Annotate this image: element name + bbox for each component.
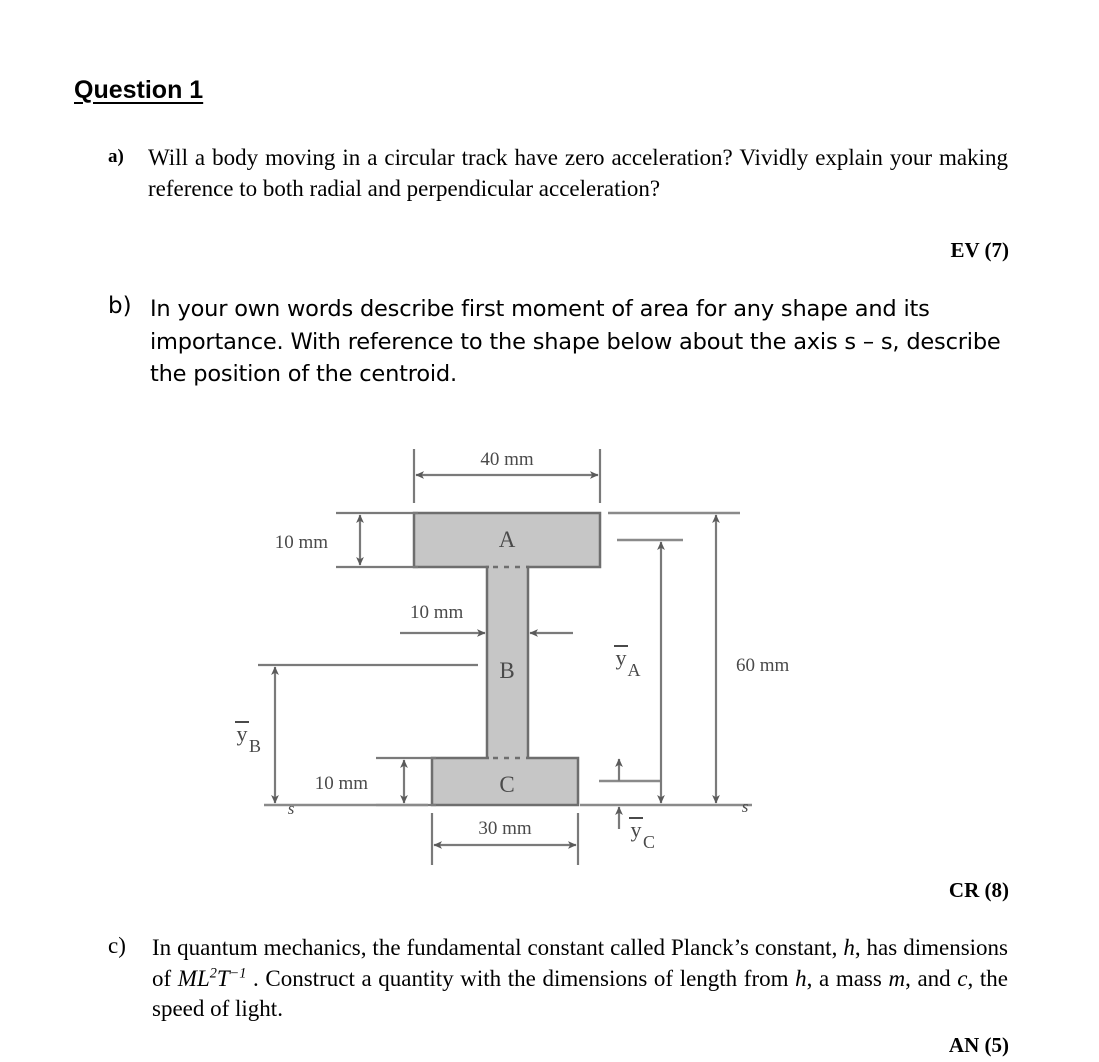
i-beam-cross-section-diagram: A B C 40 mm 10 mm 10 mm 10 mm 30 mm s s … [228,425,808,870]
part-c-dim-exp1: 2 [209,964,217,981]
axis-label-s-right: s [742,797,749,816]
part-a-text: Will a body moving in a circular track h… [148,145,1008,201]
part-b-marks: CR (8) [948,878,1009,902]
ybar-C-sub: C [643,832,655,852]
part-c-var-c: c [957,965,968,991]
ybar-B-base: y [237,721,248,746]
part-c-dim-t: T [216,965,230,991]
ybar-C-base: y [631,817,642,842]
label-ybar-A: y A [614,645,641,680]
part-c-text: In quantum mechanics, the fundamental co… [152,933,1008,1025]
part-c-text-5: , and [905,965,958,991]
part-a-marks: EV (7) [950,238,1009,262]
part-c-text-3: . Construct a quantity with the dimensio… [246,965,796,991]
label-section-C: C [499,772,514,797]
dimension-label-30mm: 30 mm [478,818,532,839]
ybar-A-base: y [616,645,627,670]
dimension-label-10mm-web: 10 mm [410,602,464,623]
question-part-b: b) In your own words describe first mome… [108,293,1008,391]
part-c-var-h: h [843,935,855,960]
part-c-text-1: In quantum mechanics, the fundamental co… [152,935,844,960]
part-c-dim-exp2: −1 [229,964,247,981]
question-part-a: a) Will a body moving in a circular trac… [108,143,1008,204]
question-part-c: c) In quantum mechanics, the fundamental… [108,933,1008,1025]
label-section-A: A [499,527,516,552]
exam-page: Question 1 a) Will a body moving in a ci… [0,0,1099,1062]
ybar-B-sub: B [249,736,261,756]
part-c-marks: AN (5) [948,1033,1009,1057]
part-c-dim-ml: ML [177,965,210,991]
dimension-label-60mm: 60 mm [736,655,790,676]
dimension-label-10mm-top: 10 mm [275,532,329,553]
dimension-label-40mm: 40 mm [480,449,534,470]
ybar-A-sub: A [628,660,641,680]
part-c-var-h2: h [795,965,807,991]
part-a-label: a) [108,146,124,167]
label-ybar-C: y C [629,817,655,852]
label-section-B: B [499,658,514,683]
page-title: Question 1 [74,76,204,104]
label-ybar-B: y B [235,721,261,756]
part-c-var-m: m [888,965,906,991]
dimension-label-10mm-bottom: 10 mm [315,773,369,794]
part-b-label: b) [108,293,132,319]
part-c-label: c) [108,933,126,958]
part-b-text: In your own words describe first moment … [150,296,1001,388]
dimension-bottom-flange-thickness [376,756,436,807]
dimension-top-flange-thickness [336,511,418,569]
part-c-text-4: , a mass [806,965,889,991]
axis-label-s-left: s [288,799,295,818]
